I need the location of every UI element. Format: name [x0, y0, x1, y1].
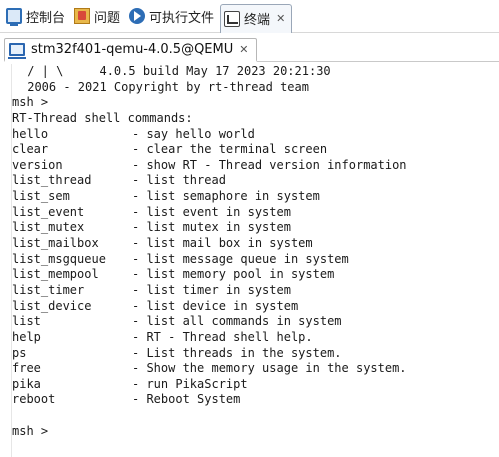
command-description: - list timer in system	[132, 282, 291, 297]
command-name: help	[12, 329, 41, 344]
session-tab[interactable]: stm32f401-qemu-4.0.5@QEMU ✕	[4, 38, 258, 62]
tab-console[interactable]: 控制台	[3, 3, 71, 30]
command-description: - list memory pool in system	[132, 267, 335, 282]
command-description: - say hello world	[132, 126, 255, 141]
command-row: list_sem - list semaphore in system	[12, 189, 499, 205]
banner-line: / | \ 4.0.5 build May 17 2023 20:21:30	[20, 64, 331, 78]
command-name: hello	[12, 126, 49, 141]
tab-problems-label: 问题	[94, 10, 121, 26]
command-description: - list mail box in system	[132, 236, 313, 251]
command-description: - list semaphore in system	[132, 189, 320, 204]
final-prompt[interactable]: msh >	[12, 424, 499, 440]
command-description: - clear the terminal screen	[132, 142, 328, 157]
shell-prompt: msh >	[12, 95, 49, 110]
command-description: - list thread	[132, 173, 226, 188]
command-description: - list device in system	[132, 298, 299, 313]
command-row: list_event - list event in system	[12, 205, 499, 221]
terminal-gutter	[0, 64, 12, 457]
command-name: list_device	[12, 298, 92, 313]
command-name: list_sem	[12, 189, 70, 204]
command-description: - show RT - Thread version information	[132, 157, 407, 172]
command-name: list_mutex	[12, 220, 85, 235]
command-name: free	[12, 361, 41, 376]
command-name: ps	[12, 345, 27, 360]
command-name: list_thread	[12, 173, 92, 188]
command-row: list_timer - list timer in system	[12, 283, 499, 299]
command-row: list_mailbox - list mail box in system	[12, 236, 499, 252]
command-description: - list mutex in system	[132, 220, 291, 235]
command-name: reboot	[12, 392, 56, 407]
command-description: - list message queue in system	[132, 251, 349, 266]
command-row: hello - say hello world	[12, 127, 499, 143]
command-name: list_mailbox	[12, 236, 99, 251]
command-name: list_event	[12, 204, 85, 219]
command-description: - run PikaScript	[132, 376, 248, 391]
console-icon	[6, 8, 22, 26]
close-icon[interactable]: ✕	[276, 12, 285, 25]
command-row: list_thread - list thread	[12, 173, 499, 189]
command-row: list - list all commands in system	[12, 314, 499, 330]
command-row: pika - run PikaScript	[12, 377, 499, 393]
command-name: list	[12, 314, 41, 329]
command-description: - List threads in the system.	[132, 345, 342, 360]
tab-terminal[interactable]: 终端 ✕	[220, 3, 293, 33]
executables-icon	[129, 8, 146, 24]
command-description: - RT - Thread shell help.	[132, 329, 313, 344]
command-row: list_mempool - list memory pool in system	[12, 267, 499, 283]
tab-console-label: 控制台	[26, 10, 66, 26]
command-list: hello - say hello world clear - clear the t…	[12, 127, 499, 409]
tab-executables[interactable]: 可执行文件	[126, 3, 220, 30]
session-tab-bar: stm32f401-qemu-4.0.5@QEMU ✕	[4, 38, 499, 62]
command-name: pika	[12, 376, 41, 391]
command-name: list_mempool	[12, 267, 99, 282]
command-description: - Reboot System	[132, 392, 241, 407]
session-close-icon[interactable]: ✕	[239, 43, 248, 56]
tab-problems[interactable]: 问题	[71, 3, 126, 30]
command-row: ps - List threads in the system.	[12, 346, 499, 362]
view-tab-bar: 控制台 问题 可执行文件 终端 ✕	[0, 0, 499, 33]
command-row: reboot - Reboot System	[12, 392, 499, 408]
terminal-output[interactable]: / | \ 4.0.5 build May 17 2023 20:21:30 2…	[12, 64, 499, 457]
command-name: list_timer	[12, 282, 85, 297]
command-row: version - show RT - Thread version inform…	[12, 158, 499, 174]
tab-terminal-label: 终端	[244, 13, 271, 28]
tab-executables-label: 可执行文件	[149, 10, 215, 26]
command-description: - list all commands in system	[132, 314, 342, 329]
session-tab-label: stm32f401-qemu-4.0.5@QEMU	[31, 42, 234, 57]
commands-header: RT-Thread shell commands:	[12, 110, 193, 125]
terminal-icon	[224, 10, 241, 27]
command-row: list_msgqueue - list message queue in sys…	[12, 252, 499, 268]
command-description: - list event in system	[132, 204, 291, 219]
command-row: help - RT - Thread shell help.	[12, 330, 499, 346]
command-name: list_msgqueue	[12, 251, 106, 266]
banner-line: 2006 - 2021 Copyright by rt-thread team	[20, 79, 309, 94]
command-row: free - Show the memory usage in the syste…	[12, 361, 499, 377]
command-name: version	[12, 157, 63, 172]
command-description: - Show the memory usage in the system.	[132, 361, 407, 376]
command-row: list_mutex - list mutex in system	[12, 220, 499, 236]
command-row: list_device - list device in system	[12, 299, 499, 315]
monitor-icon	[8, 43, 26, 59]
command-name: clear	[12, 142, 49, 157]
command-row: clear - clear the terminal screen	[12, 142, 499, 158]
problems-icon	[74, 8, 91, 24]
